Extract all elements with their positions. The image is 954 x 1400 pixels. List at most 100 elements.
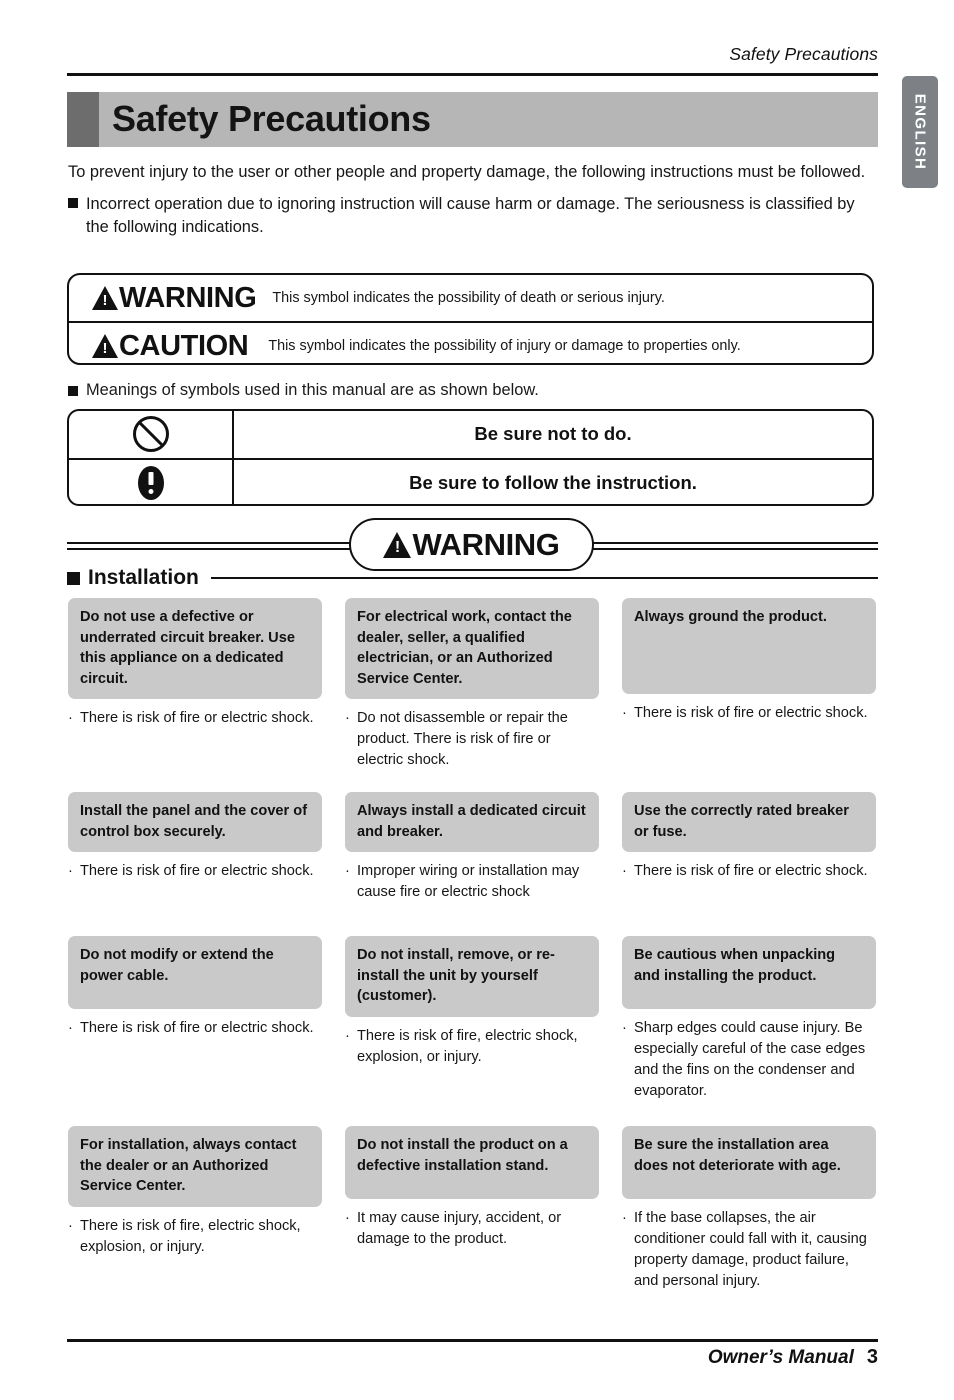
precaution-title: Always install a dedicated circuit and b…: [345, 792, 599, 852]
precaution-note: · There is risk of fire, electric shock,…: [345, 1026, 599, 1068]
precaution-note-text: There is risk of fire, electric shock, e…: [357, 1027, 578, 1065]
precaution-note: · There is risk of fire or electric shoc…: [68, 861, 322, 882]
dot-bullet-icon: ·: [622, 705, 627, 721]
section-rule: [210, 577, 878, 579]
dot-bullet-icon: ·: [622, 1210, 627, 1226]
warning-banner-label: WARNING: [412, 526, 560, 562]
section-title: Installation: [88, 566, 199, 589]
table-row: Be sure to follow the instruction.: [69, 457, 872, 504]
precaution-note: · Do not disassemble or repair the produ…: [345, 708, 599, 771]
footer: Owner’s Manual 3: [67, 1346, 878, 1369]
language-tab: ENGLISH: [902, 76, 938, 188]
intro-bullet-item: Incorrect operation due to ignoring inst…: [68, 193, 876, 239]
precaution-title: Do not use a defective or underrated cir…: [68, 598, 322, 699]
dot-bullet-icon: ·: [345, 1027, 350, 1044]
precaution-title: Install the panel and the cover of contr…: [68, 792, 322, 852]
precaution-note-text: There is risk of fire or electric shock.: [80, 710, 314, 726]
table-row: Be sure not to do.: [69, 411, 872, 458]
intro-paragraph: To prevent injury to the user or other p…: [68, 163, 866, 181]
warning-sign: WARNING: [69, 281, 257, 315]
precaution-note: · Sharp edges could cause injury. Be esp…: [622, 1018, 876, 1102]
dot-bullet-icon: ·: [68, 1217, 73, 1234]
symbol-meaning-table: Be sure not to do. Be sure to follow the…: [67, 409, 874, 506]
precaution-grid: Do not use a defective or underrated cir…: [68, 598, 876, 1292]
warning-triangle-icon: [383, 531, 412, 558]
precaution-note: · There is risk of fire or electric shoc…: [68, 1018, 322, 1039]
caution-label: CAUTION: [119, 329, 249, 362]
precaution-item: Do not modify or extend the power cable.…: [68, 936, 322, 1039]
header-rule: [67, 73, 878, 76]
precaution-title: For electrical work, contact the dealer,…: [345, 598, 599, 699]
dot-bullet-icon: ·: [622, 1020, 627, 1036]
dot-bullet-icon: ·: [345, 1210, 350, 1226]
precaution-title: Do not modify or extend the power cable.: [68, 936, 322, 1009]
precaution-note-text: Improper wiring or installation may caus…: [357, 863, 580, 900]
precaution-note: · There is risk of fire or electric shoc…: [68, 708, 322, 729]
warning-label: WARNING: [119, 281, 257, 314]
precaution-row: Do not use a defective or underrated cir…: [68, 598, 876, 771]
warning-triangle-icon: [92, 286, 118, 310]
precaution-title: Be cautious when unpacking and installin…: [622, 936, 876, 1009]
dot-bullet-icon: ·: [68, 710, 73, 726]
meanings-text: Meanings of symbols used in this manual …: [86, 381, 539, 399]
dot-bullet-icon: ·: [345, 710, 350, 726]
precaution-note-text: If the base collapses, the air condition…: [634, 1210, 867, 1289]
row-spacer: [68, 1102, 876, 1126]
intro-bullet-text: Incorrect operation due to ignoring inst…: [86, 195, 855, 236]
precaution-note-text: Sharp edges could cause injury. Be espec…: [634, 1020, 866, 1099]
page-title-banner: Safety Precautions: [67, 92, 878, 147]
square-bullet-icon: [67, 571, 80, 585]
precaution-row: For installation, always contact the dea…: [68, 1126, 876, 1292]
dot-bullet-icon: ·: [68, 863, 73, 879]
intro-block: To prevent injury to the user or other p…: [68, 161, 876, 239]
precaution-note: · It may cause injury, accident, or dama…: [345, 1208, 599, 1250]
running-head: Safety Precautions: [729, 44, 878, 64]
signal-word-definition-box: WARNING This symbol indicates the possib…: [67, 273, 874, 365]
square-bullet-icon: [68, 198, 78, 208]
precaution-title: Always ground the product.: [622, 598, 876, 694]
precaution-note-text: It may cause injury, accident, or damage…: [357, 1210, 562, 1247]
precaution-note-text: There is risk of fire or electric shock.: [80, 863, 314, 879]
precaution-item: Do not use a defective or underrated cir…: [68, 598, 322, 729]
precaution-note-text: There is risk of fire or electric shock.: [80, 1020, 314, 1036]
precaution-item: For installation, always contact the dea…: [68, 1126, 322, 1258]
precaution-note: · There is risk of fire, electric shock,…: [68, 1216, 322, 1258]
symbol-meaning-text: Be sure to follow the instruction.: [409, 471, 697, 493]
dot-bullet-icon: ·: [345, 863, 350, 879]
footer-manual-label: Owner’s Manual: [707, 1347, 854, 1368]
section-header: Installation: [67, 563, 878, 593]
precaution-note: · Improper wiring or installation may ca…: [345, 861, 599, 903]
page-title: Safety Precautions: [112, 97, 431, 139]
warning-definition-row: WARNING This symbol indicates the possib…: [69, 275, 872, 321]
symbol-cell: [69, 411, 234, 458]
warning-description: This symbol indicates the possibility of…: [272, 290, 665, 306]
precaution-row: Do not modify or extend the power cable.…: [68, 936, 876, 1102]
dot-bullet-icon: ·: [622, 863, 627, 879]
symbol-meaning-text: Be sure not to do.: [474, 423, 632, 445]
precaution-note-text: There is risk of fire, electric shock, e…: [80, 1217, 301, 1255]
caution-description: This symbol indicates the possibility of…: [268, 338, 741, 354]
caution-definition-row: CAUTION This symbol indicates the possib…: [69, 321, 872, 369]
precaution-item: Be sure the installation area does not d…: [622, 1126, 876, 1292]
precaution-title: Be sure the installation area does not d…: [622, 1126, 876, 1199]
prohibition-icon: [132, 416, 169, 453]
precaution-item: Always ground the product. · There is ri…: [622, 598, 876, 724]
precaution-note-text: There is risk of fire or electric shock.: [634, 863, 868, 879]
precaution-note: · There is risk of fire or electric shoc…: [622, 703, 876, 724]
caution-triangle-icon: [92, 334, 118, 358]
caution-sign: CAUTION: [69, 329, 249, 363]
meanings-line: Meanings of symbols used in this manual …: [68, 381, 894, 400]
precaution-item: Do not install, remove, or re-install th…: [345, 936, 599, 1068]
row-spacer: [68, 771, 876, 792]
precaution-item: Install the panel and the cover of contr…: [68, 792, 322, 882]
precaution-title: For installation, always contact the dea…: [68, 1126, 322, 1207]
precaution-note-text: Do not disassemble or repair the product…: [357, 710, 568, 768]
precaution-title: Do not install the product on a defectiv…: [345, 1126, 599, 1199]
footer-rule: [67, 1339, 878, 1342]
precaution-note: · If the base collapses, the air conditi…: [622, 1208, 876, 1292]
language-tab-label: ENGLISH: [911, 93, 929, 171]
document-page: Safety Precautions ENGLISH Safety Precau…: [0, 0, 954, 1400]
precaution-title: Do not install, remove, or re-install th…: [345, 936, 599, 1017]
precaution-item: Do not install the product on a defectiv…: [345, 1126, 599, 1250]
precaution-item: Use the correctly rated breaker or fuse.…: [622, 792, 876, 882]
